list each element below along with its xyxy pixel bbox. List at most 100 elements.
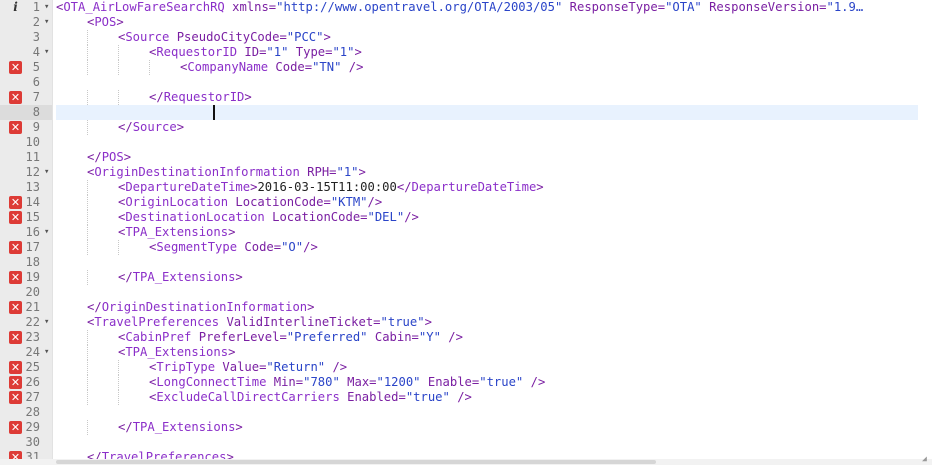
error-icon[interactable]: ✕ — [9, 421, 22, 434]
code-line[interactable]: 12 ▾ <OriginDestinationInformation RPH="1… — [0, 165, 932, 180]
line-content[interactable]: <TripType Value="Return" /> — [56, 360, 918, 375]
info-icon[interactable]: i — [9, 1, 22, 14]
line-content[interactable]: <DestinationLocation LocationCode="DEL"/… — [56, 210, 918, 225]
code-line[interactable]: i 1 ▾ <OTA_AirLowFareSearchRQ xmlns="http:/… — [0, 0, 932, 15]
code-line[interactable]: 18 — [0, 255, 932, 270]
gutter-cell: 16 ▾ — [0, 225, 52, 240]
indent-guide — [118, 60, 149, 75]
scrollbar-thumb[interactable] — [56, 460, 656, 464]
indent-guide — [87, 90, 118, 105]
line-content[interactable]: </TPA_Extensions> — [56, 270, 918, 285]
line-content[interactable] — [56, 105, 918, 120]
line-content[interactable] — [56, 405, 918, 420]
code-line[interactable]: 24 ▾ <TPA_Extensions> — [0, 345, 932, 360]
line-content[interactable]: <POS> — [56, 15, 918, 30]
code-line[interactable]: 10 — [0, 135, 932, 150]
line-content[interactable]: <LongConnectTime Min="780" Max="1200" En… — [56, 375, 918, 390]
error-icon[interactable]: ✕ — [9, 391, 22, 404]
line-content[interactable]: </OriginDestinationInformation> — [56, 300, 918, 315]
code-line[interactable]: ✕ 14 <OriginLocation LocationCode="KTM"/> — [0, 195, 932, 210]
indent-guide — [149, 60, 180, 75]
code-line[interactable]: 13 <DepartureDateTime>2016-03-15T11:00:0… — [0, 180, 932, 195]
code-line[interactable]: 2 ▾ <POS> — [0, 15, 932, 30]
line-content[interactable]: </RequestorID> — [56, 90, 918, 105]
code-line[interactable]: ✕ 25 <TripType Value="Return" /> — [0, 360, 932, 375]
line-content[interactable]: <RequestorID ID="1" Type="1"> — [56, 45, 918, 60]
line-content[interactable]: <OTA_AirLowFareSearchRQ xmlns="http://ww… — [56, 0, 918, 15]
code-line[interactable]: ✕ 15 <DestinationLocation LocationCode="D… — [0, 210, 932, 225]
error-icon[interactable]: ✕ — [9, 241, 22, 254]
indent-guide — [56, 300, 87, 315]
code-line[interactable]: 16 ▾ <TPA_Extensions> — [0, 225, 932, 240]
code-line[interactable]: 30 — [0, 435, 932, 450]
token-tag: ExcludeCallDirectCarriers — [156, 390, 340, 404]
line-content[interactable]: <Source PseudoCityCode="PCC"> — [56, 30, 918, 45]
line-content[interactable]: <TPA_Extensions> — [56, 345, 918, 360]
code-line[interactable]: 4 ▾ <RequestorID ID="1" Type="1"> — [0, 45, 932, 60]
code-line[interactable]: 3 <Source PseudoCityCode="PCC"> — [0, 30, 932, 45]
error-icon[interactable]: ✕ — [9, 331, 22, 344]
line-content[interactable] — [56, 285, 918, 300]
line-content[interactable]: <SegmentType Code="O"/> — [56, 240, 918, 255]
line-content[interactable]: <TPA_Extensions> — [56, 225, 918, 240]
fold-arrow-icon[interactable]: ▾ — [44, 315, 52, 330]
line-content[interactable]: <CabinPref PreferLevel="Preferred" Cabin… — [56, 330, 918, 345]
indent-guide — [87, 45, 118, 60]
code-line[interactable]: ✕ 5 <CompanyName Code="TN" /> — [0, 60, 932, 75]
code-editor[interactable]: i 1 ▾ <OTA_AirLowFareSearchRQ xmlns="http:/… — [0, 0, 932, 465]
code-line[interactable]: ✕ 27 <ExcludeCallDirectCarriers Enabled="… — [0, 390, 932, 405]
horizontal-scrollbar[interactable] — [0, 459, 932, 465]
code-line[interactable]: ✕ 19 </TPA_Extensions> — [0, 270, 932, 285]
line-content[interactable]: <ExcludeCallDirectCarriers Enabled="true… — [56, 390, 918, 405]
line-content[interactable] — [56, 255, 918, 270]
line-content[interactable]: </POS> — [56, 150, 918, 165]
token-pun: > — [244, 90, 252, 104]
error-icon[interactable]: ✕ — [9, 271, 22, 284]
line-content[interactable]: </Source> — [56, 120, 918, 135]
fold-arrow-icon[interactable]: ▾ — [44, 15, 52, 30]
fold-arrow-icon[interactable]: ▾ — [44, 0, 52, 15]
code-line[interactable]: ✕ 21 </OriginDestinationInformation> — [0, 300, 932, 315]
line-content[interactable]: <TravelPreferences ValidInterlineTicket=… — [56, 315, 918, 330]
error-icon[interactable]: ✕ — [9, 376, 22, 389]
code-line[interactable]: ✕ 7 </RequestorID> — [0, 90, 932, 105]
fold-arrow-icon[interactable]: ▾ — [44, 225, 52, 240]
error-icon[interactable]: ✕ — [9, 361, 22, 374]
token-pun: /> — [448, 330, 463, 344]
code-line[interactable]: 22 ▾ <TravelPreferences ValidInterlineTic… — [0, 315, 932, 330]
error-icon[interactable]: ✕ — [9, 196, 22, 209]
line-content[interactable] — [56, 435, 918, 450]
line-content[interactable] — [56, 75, 918, 90]
fold-arrow-icon[interactable]: ▾ — [44, 45, 52, 60]
line-content[interactable]: <OriginLocation LocationCode="KTM"/> — [56, 195, 918, 210]
code-line[interactable]: ✕ 26 <LongConnectTime Min="780" Max="1200… — [0, 375, 932, 390]
code-line[interactable]: ✕ 23 <CabinPref PreferLevel="Preferred" C… — [0, 330, 932, 345]
error-icon[interactable]: ✕ — [9, 61, 22, 74]
code-line[interactable]: 6 — [0, 75, 932, 90]
code-line[interactable]: 8 — [0, 105, 932, 120]
code-line[interactable]: 20 — [0, 285, 932, 300]
fold-arrow-icon[interactable]: ▾ — [44, 345, 52, 360]
fold-arrow-icon[interactable]: ▾ — [44, 165, 52, 180]
error-icon[interactable]: ✕ — [9, 91, 22, 104]
code-line[interactable]: 11 </POS> — [0, 150, 932, 165]
line-content[interactable]: </TPA_Extensions> — [56, 420, 918, 435]
line-content[interactable]: <CompanyName Code="TN" /> — [56, 60, 918, 75]
line-content[interactable] — [56, 135, 918, 150]
code-line[interactable]: ✕ 29 </TPA_Extensions> — [0, 420, 932, 435]
error-icon[interactable]: ✕ — [9, 301, 22, 314]
token-pun: > — [123, 150, 132, 164]
token-str: "OTA" — [665, 0, 702, 14]
code-line[interactable]: ✕ 17 <SegmentType Code="O"/> — [0, 240, 932, 255]
code-line[interactable]: ✕ 9 </Source> — [0, 120, 932, 135]
error-icon[interactable]: ✕ — [9, 121, 22, 134]
resize-handle-icon[interactable]: ◢ — [922, 455, 930, 463]
line-content[interactable]: <OriginDestinationInformation RPH="1"> — [56, 165, 918, 180]
token-pun: /> — [457, 390, 472, 404]
gutter-cell: 13 — [0, 180, 52, 195]
line-content[interactable]: <DepartureDateTime>2016-03-15T11:00:00</… — [56, 180, 918, 195]
error-icon[interactable]: ✕ — [9, 211, 22, 224]
code-line[interactable]: 28 — [0, 405, 932, 420]
